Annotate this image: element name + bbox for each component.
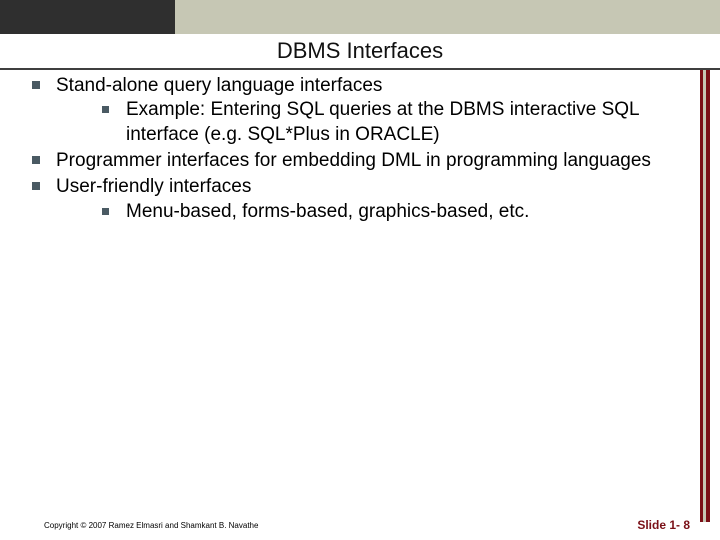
list-item: Stand-alone query language interfaces Ex… [28, 74, 676, 147]
bullet-text: Programmer interfaces for embedding DML … [56, 150, 651, 171]
list-item: User-friendly interfaces Menu-based, for… [28, 175, 676, 224]
slide: DBMS Interfaces Stand-alone query langua… [0, 0, 720, 540]
header-band-dark [0, 0, 175, 34]
list-item: Example: Entering SQL queries at the DBM… [98, 98, 676, 147]
slide-body: Stand-alone query language interfaces Ex… [16, 74, 676, 226]
square-bullet-icon [32, 156, 40, 164]
square-bullet-icon [102, 106, 109, 113]
slide-title: DBMS Interfaces [0, 38, 720, 64]
square-bullet-icon [102, 208, 109, 215]
list-item: Menu-based, forms-based, graphics-based,… [98, 200, 676, 224]
title-underline [0, 68, 720, 70]
bullet-text: Example: Entering SQL queries at the DBM… [126, 99, 639, 144]
slide-number: Slide 1- 8 [637, 518, 690, 532]
square-bullet-icon [32, 81, 40, 89]
list-item: Programmer interfaces for embedding DML … [28, 149, 676, 173]
right-accent-stripe [700, 70, 710, 522]
bullet-text: Menu-based, forms-based, graphics-based,… [126, 201, 529, 222]
bullet-text: User-friendly interfaces [56, 176, 251, 197]
copyright-text: Copyright © 2007 Ramez Elmasri and Shamk… [44, 521, 258, 530]
square-bullet-icon [32, 182, 40, 190]
bullet-text: Stand-alone query language interfaces [56, 75, 382, 96]
